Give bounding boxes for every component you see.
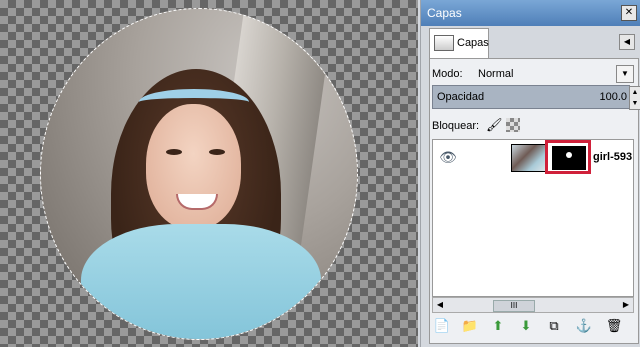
mask-dot <box>566 152 572 158</box>
layers-panel: Modo: Normal ▼ Opacidad 100.0 ▲ ▼ Bloquea… <box>429 58 640 344</box>
tab-label: Capas <box>457 37 489 49</box>
horizontal-scrollbar[interactable]: ◀ III ▶ <box>432 297 634 313</box>
tab-bar: Capas ◀ <box>425 28 637 58</box>
brush-icon[interactable]: 🖌 <box>486 117 503 133</box>
mode-row: Modo: Normal ▼ <box>432 65 636 85</box>
opacity-spinner-icon[interactable]: ▲ ▼ <box>629 86 640 110</box>
new-group-icon[interactable]: 📁 <box>460 316 480 336</box>
image-canvas[interactable] <box>0 0 418 347</box>
anchor-icon[interactable]: ⚓ <box>574 316 594 336</box>
close-icon[interactable]: ✕ <box>621 5 637 21</box>
layers-toolbar: 📄 📁 ⬆ ⬇ ⧉ ⚓ 🗑 <box>428 316 634 338</box>
dock-title-bar[interactable]: Capas ✕ <box>421 0 640 26</box>
layer-row[interactable]: 👁 girl-593 <box>433 140 633 176</box>
mask-thumbnail[interactable] <box>551 145 587 171</box>
trash-icon[interactable]: 🗑 <box>604 316 624 336</box>
layer-thumbnail[interactable] <box>511 144 547 172</box>
opacity-label: Opacidad <box>437 91 485 103</box>
lock-row: Bloquear: 🖌 <box>432 117 632 135</box>
raise-layer-icon[interactable]: ⬆ <box>488 316 508 336</box>
photo-selection <box>40 8 358 340</box>
face <box>146 104 241 229</box>
opacity-slider[interactable]: Opacidad 100.0 ▲ ▼ <box>432 85 640 110</box>
scroll-thumb[interactable]: III <box>493 300 535 312</box>
opacity-value: 100.0 <box>599 91 627 103</box>
lock-label: Bloquear: <box>432 120 480 132</box>
scroll-right-icon[interactable]: ▶ <box>619 298 633 312</box>
scroll-left-icon[interactable]: ◀ <box>433 298 447 312</box>
tab-capas[interactable]: Capas <box>429 28 489 58</box>
duplicate-layer-icon[interactable]: ⧉ <box>544 316 564 336</box>
eye-icon[interactable]: 👁 <box>439 148 457 166</box>
dock-title: Capas <box>427 6 462 20</box>
mask-highlight <box>545 140 591 174</box>
headband <box>139 89 249 115</box>
tab-menu-icon[interactable]: ◀ <box>619 34 635 50</box>
right-eye <box>209 149 225 155</box>
layers-dock: Capas ✕ Capas ◀ Modo: Normal ▼ Opacidad … <box>420 0 640 347</box>
chevron-down-icon[interactable]: ▼ <box>616 65 634 83</box>
mode-select[interactable]: Normal <box>478 68 513 80</box>
mode-label: Modo: <box>432 68 463 80</box>
left-eye <box>166 149 182 155</box>
layer-name[interactable]: girl-593 <box>593 151 632 163</box>
layers-icon <box>434 35 454 51</box>
new-layer-icon[interactable]: 📄 <box>432 316 452 336</box>
alpha-lock-icon[interactable] <box>506 118 520 132</box>
coat <box>81 224 321 339</box>
lower-layer-icon[interactable]: ⬇ <box>516 316 536 336</box>
layers-list: 👁 girl-593 <box>432 139 634 297</box>
